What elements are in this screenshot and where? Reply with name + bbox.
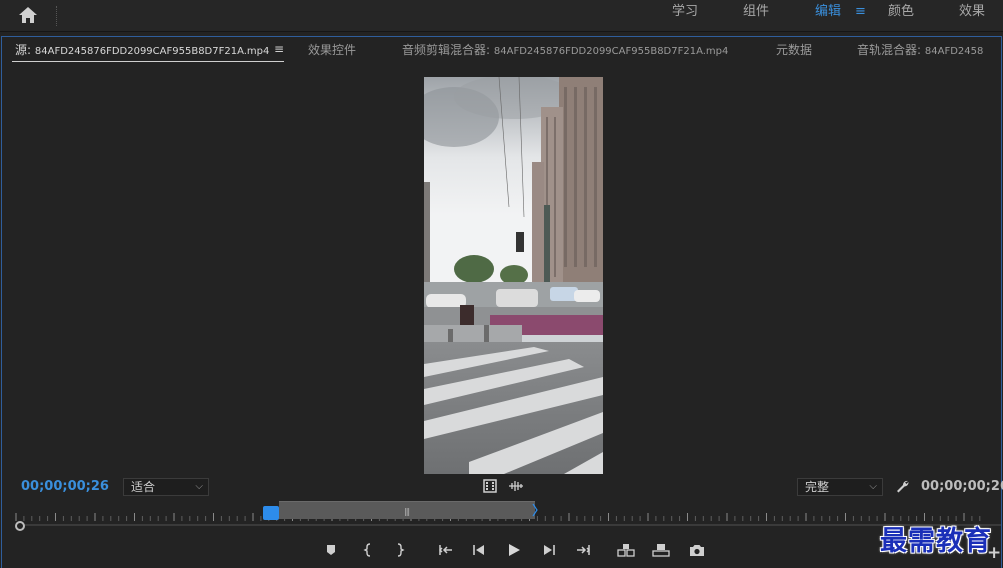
camera-icon — [690, 544, 704, 556]
watermark-logo: 最需教育 — [880, 526, 992, 557]
tab-metadata[interactable]: 元数据 — [776, 42, 812, 58]
mark-in-icon — [363, 543, 371, 557]
zoom-level-value: 适合 — [131, 480, 156, 494]
out-point-marker-icon[interactable] — [532, 503, 538, 517]
tab-audio-track-mixer-prefix: 音轨混合器: — [857, 43, 922, 57]
tab-audio-clip-mixer[interactable]: 音频剪辑混合器: 84AFD245876FDD2099CAF955B8D7F21… — [402, 42, 728, 58]
drag-video-icon[interactable] — [483, 479, 497, 493]
insert-button[interactable] — [617, 541, 635, 559]
go-to-out-button[interactable] — [574, 541, 592, 559]
overwrite-icon — [652, 544, 670, 557]
panel-grip[interactable] — [56, 6, 58, 26]
mark-in-button[interactable] — [359, 541, 377, 559]
workspace-tab-learning[interactable]: 学习 — [672, 3, 698, 21]
play-button[interactable] — [505, 541, 523, 559]
chevron-down-icon: ⌵ — [869, 481, 877, 492]
tab-effect-controls[interactable]: 效果控件 — [308, 42, 356, 58]
playback-resolution-select[interactable]: 完整 ⌵ — [797, 478, 883, 496]
workspace-tab-color[interactable]: 颜色 — [888, 3, 914, 21]
video-frame-image — [424, 77, 603, 474]
mark-out-button[interactable] — [391, 541, 409, 559]
tab-audio-clip-mixer-file: 84AFD245876FDD2099CAF955B8D7F21A.mp4 — [493, 46, 729, 57]
tab-source[interactable]: 源: 84AFD245876FDD2099CAF955B8D7F21A.mp4 — [15, 42, 269, 58]
premiere-window: 学习 组件 编辑 ≡ 颜色 效果 源: 84AFD245876FDD2099CA… — [0, 0, 1003, 568]
go-to-out-icon — [577, 545, 591, 555]
workspace-bar: 学习 组件 编辑 ≡ 颜色 效果 — [0, 0, 1003, 32]
tab-audio-track-mixer[interactable]: 音轨混合器: 84AFD2458 — [857, 42, 983, 58]
video-preview[interactable] — [424, 77, 603, 474]
playhead-timecode[interactable]: 00;00;00;26 — [21, 479, 109, 494]
home-icon[interactable] — [17, 4, 39, 26]
zoom-scroll-handle[interactable] — [15, 521, 25, 531]
workspace-tab-effects[interactable]: 效果 — [959, 3, 985, 21]
zoom-level-select[interactable]: 适合 ⌵ — [123, 478, 209, 496]
step-back-icon — [473, 545, 484, 555]
drag-audio-icon[interactable] — [508, 480, 524, 492]
mark-out-icon — [397, 543, 405, 557]
panel-menu-icon[interactable]: ≡ — [274, 42, 284, 56]
go-to-in-icon — [438, 545, 452, 555]
add-marker-button[interactable] — [322, 541, 340, 559]
playhead-handle[interactable] — [263, 506, 279, 520]
insert-icon — [617, 544, 635, 557]
play-icon — [509, 544, 520, 556]
overwrite-button[interactable] — [652, 541, 670, 559]
go-to-in-button[interactable] — [437, 541, 455, 559]
tab-source-file: 84AFD245876FDD2099CAF955B8D7F21A.mp4 — [34, 46, 270, 57]
step-forward-icon — [544, 545, 555, 555]
workspace-tab-editing[interactable]: 编辑 — [815, 3, 841, 21]
zoom-scroll-track[interactable] — [16, 524, 1001, 526]
export-frame-button[interactable] — [688, 541, 706, 559]
active-tab-underline — [12, 61, 284, 62]
duration-timecode: 00;00;00;26 — [921, 479, 1003, 494]
button-editor-add-icon[interactable]: + — [987, 543, 1001, 563]
tab-source-prefix: 源: — [15, 43, 32, 57]
tab-audio-clip-mixer-prefix: 音频剪辑混合器: — [402, 43, 491, 57]
wrench-icon[interactable] — [895, 479, 910, 494]
chevron-down-icon: ⌵ — [195, 481, 203, 492]
panel-tab-bar: 源: 84AFD245876FDD2099CAF955B8D7F21A.mp4 … — [2, 37, 1001, 65]
step-back-button[interactable] — [470, 541, 488, 559]
step-forward-button[interactable] — [540, 541, 558, 559]
in-out-range-bar[interactable]: ||| — [279, 501, 535, 519]
workspace-tab-assembly[interactable]: 组件 — [743, 3, 769, 21]
workspace-menu-icon[interactable]: ≡ — [855, 4, 866, 19]
tab-audio-track-mixer-file: 84AFD2458 — [924, 46, 984, 57]
add-marker-icon — [327, 545, 335, 555]
range-grip-icon[interactable]: ||| — [404, 507, 410, 516]
playback-resolution-value: 完整 — [805, 480, 830, 494]
